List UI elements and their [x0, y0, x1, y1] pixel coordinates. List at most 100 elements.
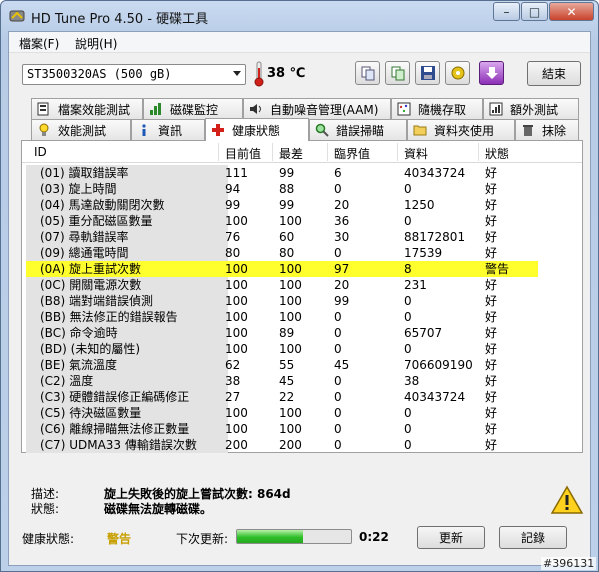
col-header-data[interactable]: 資料 — [404, 145, 428, 162]
cell-status: 好 — [485, 182, 498, 196]
cell-data: 231 — [404, 278, 427, 292]
col-header-worst[interactable]: 最差 — [279, 145, 303, 162]
tab-folder-usage[interactable]: 資料夾使用 — [407, 119, 515, 140]
copy-icon — [361, 66, 374, 81]
refresh-button[interactable]: 更新 — [417, 526, 485, 549]
details-area: 描述: 旋上失敗後的旋上嘗試次數: 864d 狀態: 磁碟無法旋轉磁碟。 — [21, 481, 583, 523]
table-row[interactable]: (B8) 端對端錯誤偵測 100 100 99 0 好 — [22, 293, 582, 309]
table-row[interactable]: (BE) 氣流溫度 62 55 45 706609190 好 — [22, 357, 582, 373]
cell-status: 好 — [485, 166, 498, 180]
table-row[interactable]: (03) 旋上時間 94 88 0 0 好 — [22, 181, 582, 197]
cell-status: 好 — [485, 438, 498, 452]
app-icon — [9, 10, 25, 22]
copy-text-button[interactable] — [355, 61, 380, 85]
table-row[interactable]: (C2) 溫度 38 45 0 38 好 — [22, 373, 582, 389]
cell-id: (B8) 端對端錯誤偵測 — [26, 293, 228, 309]
cell-threshold: 20 — [334, 198, 350, 212]
cell-data: 0 — [404, 182, 412, 196]
table-row[interactable]: (05) 重分配磁區數量 100 100 36 0 好 — [22, 213, 582, 229]
cell-current: 100 — [225, 422, 248, 436]
cell-id: (C7) UDMA33 傳輸錯誤次數 — [26, 437, 228, 453]
cell-threshold: 36 — [334, 214, 350, 228]
cell-id: (05) 重分配磁區數量 — [26, 213, 228, 229]
cell-threshold: 6 — [334, 166, 342, 180]
table-row[interactable]: (C6) 離線掃瞄無法修正數量 100 100 0 0 好 — [22, 421, 582, 437]
table-row[interactable]: (09) 總通電時間 80 80 0 17539 好 — [22, 245, 582, 261]
cell-status: 好 — [485, 342, 498, 356]
cell-data: 1250 — [404, 198, 435, 212]
close-button[interactable]: ✕ — [549, 2, 594, 21]
disk-monitor-icon — [148, 101, 164, 117]
drive-select[interactable]: ST3500320AS (500 gB) — [22, 64, 246, 85]
exit-button[interactable]: 結束 — [527, 61, 581, 86]
options-icon — [451, 66, 464, 80]
cell-id: (09) 總通電時間 — [26, 245, 228, 261]
tab-health[interactable]: 健康狀態 — [205, 118, 309, 141]
cell-worst: 99 — [279, 166, 295, 180]
tab-row-bottom: 效能測試 資訊 健康狀態 錯誤掃瞄 資料夾使用 抹除 — [31, 118, 579, 141]
cell-id: (07) 尋軌錯誤率 — [26, 229, 228, 245]
col-header-id[interactable]: ID — [34, 145, 47, 159]
cell-id: (04) 馬達啟動關閉次數 — [26, 197, 228, 213]
tab-erase[interactable]: 抹除 — [515, 119, 579, 140]
table-row[interactable]: (0C) 開關電源次數 100 100 20 231 好 — [22, 277, 582, 293]
cell-id: (BC) 命令逾時 — [26, 325, 228, 341]
download-button[interactable] — [479, 61, 504, 85]
cell-worst: 100 — [279, 278, 302, 292]
options-button[interactable] — [445, 61, 470, 85]
cell-worst: 99 — [279, 198, 295, 212]
speaker-icon — [248, 101, 264, 117]
menu-help[interactable]: 說明(H) — [75, 35, 117, 52]
tab-random-access[interactable]: 隨機存取 — [391, 98, 483, 119]
tab-label: 資料夾使用 — [434, 123, 495, 138]
cell-status: 好 — [485, 214, 498, 228]
table-row[interactable]: (BD) (未知的屬性) 100 100 0 0 好 — [22, 341, 582, 357]
tab-row-top: 檔案效能測試 磁碟監控 自動噪音管理(AAM) 隨機存取 額外測試 — [31, 98, 579, 119]
table-row[interactable]: (C7) UDMA33 傳輸錯誤次數 200 200 0 0 好 — [22, 437, 582, 453]
cell-status: 好 — [485, 374, 498, 388]
copy-screenshot-button[interactable] — [385, 61, 410, 85]
log-button[interactable]: 記錄 — [499, 526, 567, 549]
col-header-status[interactable]: 狀態 — [485, 145, 509, 162]
minimize-button[interactable]: – — [493, 2, 520, 21]
table-row[interactable]: (BB) 無法修正的錯誤報告 100 100 0 0 好 — [22, 309, 582, 325]
menu-file[interactable]: 檔案(F) — [19, 35, 59, 52]
cell-current: 99 — [225, 198, 241, 212]
tab-error-scan[interactable]: 錯誤掃瞄 — [309, 119, 407, 140]
table-row[interactable]: (01) 讀取錯誤率 111 99 6 40343724 好 — [22, 165, 582, 181]
cell-current: 100 — [225, 310, 248, 324]
cell-worst: 100 — [279, 262, 302, 276]
cell-current: 100 — [225, 326, 248, 340]
file-benchmark-icon — [36, 101, 52, 117]
tab-aam[interactable]: 自動噪音管理(AAM) — [243, 98, 391, 119]
title-bar[interactable]: HD Tune Pro 4.50 - 硬碟工具 – □ ✕ — [1, 1, 598, 31]
random-access-icon — [396, 101, 412, 117]
table-row[interactable]: (C3) 硬體錯誤修正編碼修正 27 22 0 40343724 好 — [22, 389, 582, 405]
cell-data: 0 — [404, 422, 412, 436]
tab-benchmark[interactable]: 效能測試 — [31, 119, 131, 140]
cell-worst: 45 — [279, 374, 295, 388]
tab-label: 健康狀態 — [232, 123, 281, 138]
table-row[interactable]: (04) 馬達啟動關閉次數 99 99 20 1250 好 — [22, 197, 582, 213]
tab-label: 效能測試 — [58, 123, 107, 138]
col-header-threshold[interactable]: 臨界值 — [334, 145, 370, 162]
table-row[interactable]: (0A) 旋上重試次數 100 100 97 8 警告 — [22, 261, 582, 277]
cell-data: 40343724 — [404, 390, 466, 404]
cell-threshold: 0 — [334, 246, 342, 260]
col-header-current[interactable]: 目前值 — [225, 145, 261, 162]
table-row[interactable]: (BC) 命令逾時 100 89 0 65707 好 — [22, 325, 582, 341]
chevron-down-icon — [233, 71, 241, 76]
cell-threshold: 99 — [334, 294, 350, 308]
cell-current: 100 — [225, 278, 248, 292]
table-row[interactable]: (C5) 待決磁區數量 100 100 0 0 好 — [22, 405, 582, 421]
save-button[interactable] — [415, 61, 440, 85]
tab-info[interactable]: 資訊 — [131, 119, 205, 140]
table-row[interactable]: (07) 尋軌錯誤率 76 60 30 88172801 好 — [22, 229, 582, 245]
maximize-button[interactable]: □ — [521, 2, 548, 21]
tab-file-benchmark[interactable]: 檔案效能測試 — [31, 98, 143, 119]
tab-disk-monitor[interactable]: 磁碟監控 — [143, 98, 243, 119]
cell-worst: 200 — [279, 438, 302, 452]
cell-threshold: 0 — [334, 390, 342, 404]
cell-current: 94 — [225, 182, 241, 196]
tab-extra-tests[interactable]: 額外測試 — [483, 98, 579, 119]
